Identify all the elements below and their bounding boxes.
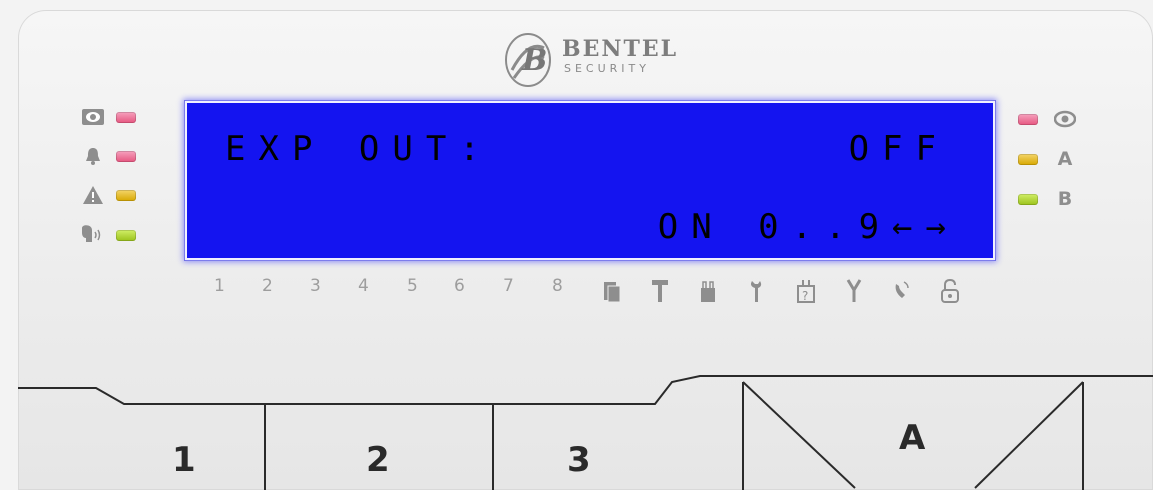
key-2-button[interactable]: 2 — [266, 404, 492, 490]
led-row-right-2: A — [1018, 148, 1078, 170]
lcd-line2-right: ON 0..9←→ — [657, 207, 959, 247]
lcd-display: EXP OUT: OFF ON 0..9←→ — [185, 101, 995, 260]
led-indicator — [116, 111, 136, 123]
led-row-3 — [80, 184, 136, 206]
partition-b-label: B — [1057, 188, 1073, 210]
svg-text:?: ? — [802, 289, 808, 303]
led-indicator — [116, 189, 136, 201]
zone-6: 6 — [454, 276, 465, 296]
battery-icon — [701, 281, 715, 302]
led-row-right-3: B — [1018, 188, 1078, 210]
eye-icon — [1052, 108, 1078, 130]
bentel-logo-icon: B — [505, 33, 551, 87]
wrench-icon — [751, 281, 762, 302]
key-1-button[interactable]: 1 — [18, 404, 265, 490]
key-a-label: A — [899, 418, 926, 458]
phone-icon — [895, 281, 909, 298]
zone-2: 2 — [262, 276, 273, 296]
zone-7: 7 — [503, 276, 514, 296]
zone-1: 1 — [214, 276, 225, 296]
hammer-icon — [652, 280, 668, 302]
led-row-1 — [80, 106, 136, 128]
key-3-label: 3 — [567, 440, 591, 480]
led-indicator — [116, 229, 136, 241]
brand-name: BENTEL — [562, 36, 679, 62]
key-2-label: 2 — [366, 440, 390, 480]
led-row-4 — [80, 224, 136, 246]
tamper-icon — [604, 282, 621, 303]
tool-icon — [846, 279, 862, 302]
led-indicator — [116, 150, 136, 162]
zone-4: 4 — [358, 276, 369, 296]
led-indicator — [1018, 153, 1038, 165]
partition-a-label: A — [1057, 148, 1073, 170]
zone-3: 3 — [310, 276, 321, 296]
lcd-line1-left: EXP OUT: — [225, 129, 493, 169]
key-a-button[interactable]: A — [744, 382, 1084, 490]
eye-closed-icon — [80, 106, 106, 128]
warning-icon — [80, 184, 106, 206]
keypad-panel: B BENTEL SECURITY EXP OUT: OFF ON 0..9←→ — [18, 10, 1153, 490]
led-row-2 — [80, 145, 136, 167]
padlock-icon — [941, 278, 959, 303]
key-1-label: 1 — [172, 440, 196, 480]
led-row-right-1 — [1018, 108, 1078, 130]
lcd-line1-right: OFF — [848, 129, 949, 169]
zone-8: 8 — [552, 276, 563, 296]
zone-5: 5 — [407, 276, 418, 296]
brand-subtitle: SECURITY — [564, 62, 650, 75]
led-indicator — [1018, 113, 1038, 125]
led-indicator — [1018, 193, 1038, 205]
svg-text:B: B — [521, 43, 547, 78]
bell-icon — [80, 145, 106, 167]
key-3-button[interactable]: 3 — [494, 404, 743, 490]
speaker-voice-icon — [80, 224, 106, 246]
box-question-icon: ? — [797, 280, 815, 303]
